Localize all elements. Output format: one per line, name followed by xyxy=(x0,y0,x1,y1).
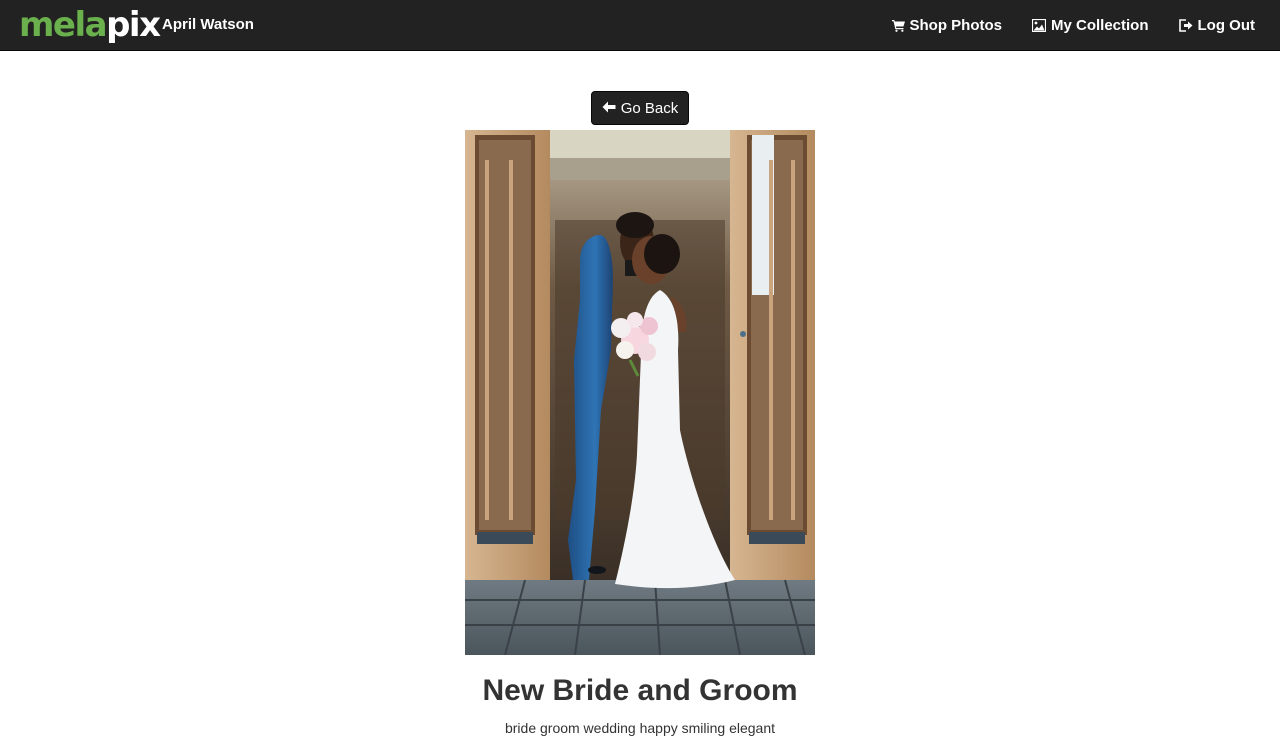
photo-tags: bride groom wedding happy smiling elegan… xyxy=(504,720,776,736)
arrow-left-icon xyxy=(602,100,616,117)
nav-my-collection[interactable]: My Collection xyxy=(1032,0,1149,50)
wedding-photo xyxy=(465,130,815,655)
user-name[interactable]: April Watson xyxy=(162,0,254,50)
shopping-cart-icon xyxy=(891,19,905,32)
nav-log-out-label: Log Out xyxy=(1197,16,1255,34)
nav-log-out[interactable]: Log Out xyxy=(1178,0,1255,50)
navbar: melapix April Watson Shop Photos My Coll… xyxy=(0,0,1280,51)
brand-logo[interactable]: melapix xyxy=(19,5,161,45)
picture-icon xyxy=(1032,18,1046,32)
nav-my-collection-label: My Collection xyxy=(1051,16,1149,34)
nav-shop-photos[interactable]: Shop Photos xyxy=(891,0,1003,50)
nav-links: Shop Photos My Collection Log Out xyxy=(891,0,1255,50)
go-back-label: Go Back xyxy=(620,99,679,117)
log-out-icon xyxy=(1178,18,1193,32)
go-back-button[interactable]: Go Back xyxy=(591,91,689,125)
photo-title: New Bride and Groom xyxy=(482,674,798,707)
nav-shop-photos-label: Shop Photos xyxy=(909,16,1003,34)
